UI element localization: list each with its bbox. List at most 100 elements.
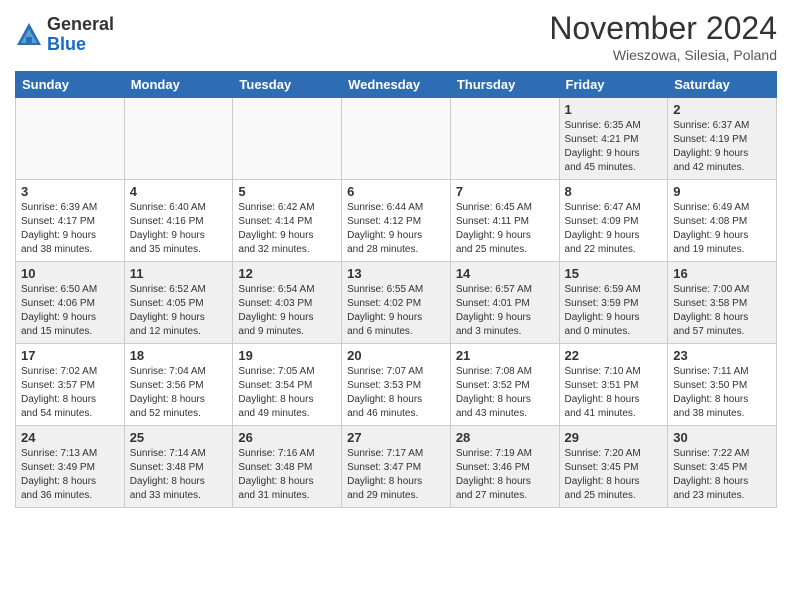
calendar-cell: 23 Sunrise: 7:11 AM Sunset: 3:50 PM Dayli… [668, 344, 777, 426]
weekday-header: Monday [124, 72, 233, 98]
weekday-header: Thursday [450, 72, 559, 98]
logo-blue-text: Blue [47, 35, 114, 55]
day-number: 20 [347, 348, 445, 363]
calendar-cell: 9Sunrise: 6:49 AM Sunset: 4:08 PM Daylig… [668, 180, 777, 262]
weekday-header: Sunday [16, 72, 125, 98]
day-number: 27 [347, 430, 445, 445]
day-info: Sunrise: 6:40 AM Sunset: 4:16 PM Dayligh… [130, 201, 228, 257]
logo: General Blue [15, 15, 114, 55]
day-number: 14 [456, 266, 554, 281]
day-info: Sunrise: 7:13 AM Sunset: 3:49 PM Dayligh… [21, 447, 119, 503]
day-number: 19 [238, 348, 336, 363]
logo-icon [15, 21, 43, 49]
day-info: Sunrise: 7:22 AM Sunset: 3:45 PM Dayligh… [673, 447, 771, 503]
calendar-header-row: SundayMondayTuesdayWednesdayThursdayFrid… [16, 72, 777, 98]
calendar-cell: 7 Sunrise: 6:45 AM Sunset: 4:11 PM Daylig… [450, 180, 559, 262]
day-info: Sunrise: 6:39 AM Sunset: 4:17 PM Dayligh… [21, 201, 119, 257]
calendar-cell [16, 98, 125, 180]
page: General Blue November 2024 Wieszowa, Sil… [0, 0, 792, 612]
day-number: 26 [238, 430, 336, 445]
calendar-cell: 22 Sunrise: 7:10 AM Sunset: 3:51 PM Dayli… [559, 344, 668, 426]
day-info: Sunrise: 6:47 AM Sunset: 4:09 PM Dayligh… [565, 201, 663, 257]
calendar-cell: 25Sunrise: 7:14 AM Sunset: 3:48 PM Dayli… [124, 426, 233, 508]
day-number: 30 [673, 430, 771, 445]
calendar-cell: 1Sunrise: 6:35 AM Sunset: 4:21 PM Daylig… [559, 98, 668, 180]
day-number: 28 [456, 430, 554, 445]
calendar-cell: 30 Sunrise: 7:22 AM Sunset: 3:45 PM Dayli… [668, 426, 777, 508]
day-number: 7 [456, 184, 554, 199]
calendar-cell: 29 Sunrise: 7:20 AM Sunset: 3:45 PM Dayli… [559, 426, 668, 508]
header: General Blue November 2024 Wieszowa, Sil… [15, 10, 777, 63]
calendar-week-row: 3 Sunrise: 6:39 AM Sunset: 4:17 PM Daylig… [16, 180, 777, 262]
day-info: Sunrise: 7:05 AM Sunset: 3:54 PM Dayligh… [238, 365, 336, 421]
calendar-cell [233, 98, 342, 180]
calendar-cell: 24 Sunrise: 7:13 AM Sunset: 3:49 PM Dayli… [16, 426, 125, 508]
day-number: 25 [130, 430, 228, 445]
calendar-week-row: 10Sunrise: 6:50 AM Sunset: 4:06 PM Dayli… [16, 262, 777, 344]
day-info: Sunrise: 7:04 AM Sunset: 3:56 PM Dayligh… [130, 365, 228, 421]
calendar-week-row: 1Sunrise: 6:35 AM Sunset: 4:21 PM Daylig… [16, 98, 777, 180]
calendar-week-row: 24 Sunrise: 7:13 AM Sunset: 3:49 PM Dayli… [16, 426, 777, 508]
title-section: November 2024 Wieszowa, Silesia, Poland [549, 10, 777, 63]
day-number: 18 [130, 348, 228, 363]
day-number: 22 [565, 348, 663, 363]
day-number: 29 [565, 430, 663, 445]
logo-general-text: General [47, 15, 114, 35]
calendar-cell: 15 Sunrise: 6:59 AM Sunset: 3:59 PM Dayli… [559, 262, 668, 344]
calendar-cell: 20Sunrise: 7:07 AM Sunset: 3:53 PM Dayli… [342, 344, 451, 426]
calendar: SundayMondayTuesdayWednesdayThursdayFrid… [15, 71, 777, 508]
day-info: Sunrise: 7:10 AM Sunset: 3:51 PM Dayligh… [565, 365, 663, 421]
calendar-cell: 10Sunrise: 6:50 AM Sunset: 4:06 PM Dayli… [16, 262, 125, 344]
day-info: Sunrise: 7:08 AM Sunset: 3:52 PM Dayligh… [456, 365, 554, 421]
month-title: November 2024 [549, 10, 777, 47]
day-info: Sunrise: 7:11 AM Sunset: 3:50 PM Dayligh… [673, 365, 771, 421]
location: Wieszowa, Silesia, Poland [549, 47, 777, 63]
calendar-cell [450, 98, 559, 180]
calendar-cell: 27 Sunrise: 7:17 AM Sunset: 3:47 PM Dayli… [342, 426, 451, 508]
calendar-cell: 26 Sunrise: 7:16 AM Sunset: 3:48 PM Dayli… [233, 426, 342, 508]
day-number: 13 [347, 266, 445, 281]
calendar-cell: 13 Sunrise: 6:55 AM Sunset: 4:02 PM Dayli… [342, 262, 451, 344]
day-number: 17 [21, 348, 119, 363]
day-number: 24 [21, 430, 119, 445]
day-number: 4 [130, 184, 228, 199]
calendar-cell: 16Sunrise: 7:00 AM Sunset: 3:58 PM Dayli… [668, 262, 777, 344]
calendar-cell: 2Sunrise: 6:37 AM Sunset: 4:19 PM Daylig… [668, 98, 777, 180]
calendar-cell: 18 Sunrise: 7:04 AM Sunset: 3:56 PM Dayli… [124, 344, 233, 426]
day-number: 5 [238, 184, 336, 199]
day-number: 11 [130, 266, 228, 281]
calendar-cell: 11 Sunrise: 6:52 AM Sunset: 4:05 PM Dayli… [124, 262, 233, 344]
calendar-week-row: 17Sunrise: 7:02 AM Sunset: 3:57 PM Dayli… [16, 344, 777, 426]
calendar-cell: 14 Sunrise: 6:57 AM Sunset: 4:01 PM Dayli… [450, 262, 559, 344]
day-info: Sunrise: 6:44 AM Sunset: 4:12 PM Dayligh… [347, 201, 445, 257]
day-info: Sunrise: 6:52 AM Sunset: 4:05 PM Dayligh… [130, 283, 228, 339]
day-number: 8 [565, 184, 663, 199]
day-info: Sunrise: 6:59 AM Sunset: 3:59 PM Dayligh… [565, 283, 663, 339]
day-info: Sunrise: 6:55 AM Sunset: 4:02 PM Dayligh… [347, 283, 445, 339]
calendar-cell [342, 98, 451, 180]
day-info: Sunrise: 6:45 AM Sunset: 4:11 PM Dayligh… [456, 201, 554, 257]
day-number: 23 [673, 348, 771, 363]
day-info: Sunrise: 7:20 AM Sunset: 3:45 PM Dayligh… [565, 447, 663, 503]
day-number: 1 [565, 102, 663, 117]
logo-text: General Blue [47, 15, 114, 55]
day-number: 21 [456, 348, 554, 363]
weekday-header: Saturday [668, 72, 777, 98]
day-info: Sunrise: 6:37 AM Sunset: 4:19 PM Dayligh… [673, 119, 771, 175]
day-info: Sunrise: 6:57 AM Sunset: 4:01 PM Dayligh… [456, 283, 554, 339]
calendar-cell: 21 Sunrise: 7:08 AM Sunset: 3:52 PM Dayli… [450, 344, 559, 426]
calendar-cell: 17Sunrise: 7:02 AM Sunset: 3:57 PM Dayli… [16, 344, 125, 426]
calendar-cell: 4 Sunrise: 6:40 AM Sunset: 4:16 PM Daylig… [124, 180, 233, 262]
day-info: Sunrise: 7:17 AM Sunset: 3:47 PM Dayligh… [347, 447, 445, 503]
day-number: 10 [21, 266, 119, 281]
day-number: 3 [21, 184, 119, 199]
day-number: 15 [565, 266, 663, 281]
calendar-cell: 28Sunrise: 7:19 AM Sunset: 3:46 PM Dayli… [450, 426, 559, 508]
calendar-cell: 8 Sunrise: 6:47 AM Sunset: 4:09 PM Daylig… [559, 180, 668, 262]
day-info: Sunrise: 7:16 AM Sunset: 3:48 PM Dayligh… [238, 447, 336, 503]
day-number: 16 [673, 266, 771, 281]
weekday-header: Wednesday [342, 72, 451, 98]
day-number: 12 [238, 266, 336, 281]
day-number: 6 [347, 184, 445, 199]
calendar-cell: 12Sunrise: 6:54 AM Sunset: 4:03 PM Dayli… [233, 262, 342, 344]
